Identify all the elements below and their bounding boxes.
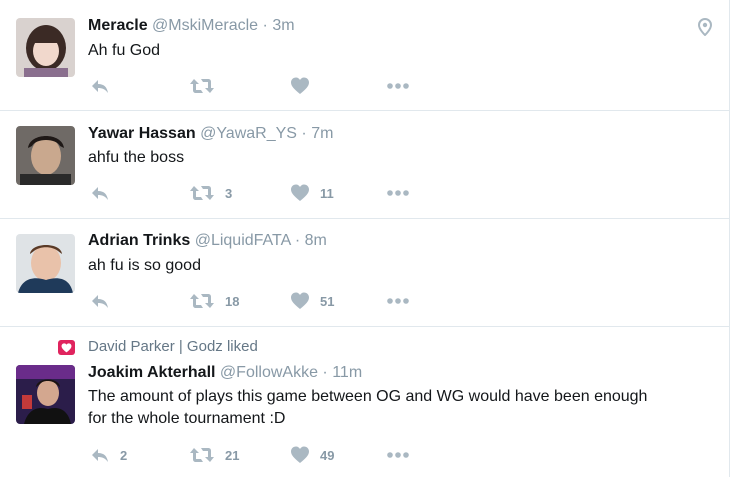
tweet-header: Yawar Hassan @YawaR_YS · 7m — [88, 125, 333, 143]
reply-count: 2 — [120, 447, 128, 463]
username[interactable]: @FollowAkke — [220, 364, 318, 381]
separator: · — [322, 364, 328, 381]
tweet-text: ahfu the boss — [88, 149, 185, 166]
retweet-icon — [189, 291, 215, 311]
more-button[interactable] — [386, 183, 410, 203]
more-icon — [386, 183, 410, 203]
location-pin-icon[interactable] — [697, 17, 713, 41]
username[interactable]: @MskiMeracle — [152, 17, 258, 34]
tweet-item[interactable]: Meracle @MskiMeracle · 3m Ah fu God — [0, 0, 729, 111]
timestamp[interactable]: 11m — [332, 364, 362, 381]
retweet-icon — [189, 445, 215, 465]
like-button[interactable]: 11 — [290, 183, 334, 203]
avatar[interactable] — [16, 126, 75, 185]
retweet-count: 18 — [225, 293, 240, 309]
tweet-item[interactable]: Yawar Hassan @YawaR_YS · 7m ahfu the bos… — [0, 110, 729, 219]
retweet-icon — [189, 183, 215, 203]
reply-icon — [90, 291, 110, 311]
avatar[interactable] — [16, 18, 75, 77]
display-name[interactable]: Adrian Trinks — [88, 232, 190, 249]
like-button[interactable] — [290, 76, 320, 96]
username[interactable]: @YawaR_YS — [200, 125, 297, 142]
reply-button[interactable] — [90, 291, 120, 311]
avatar[interactable] — [16, 365, 75, 424]
tweet-item[interactable]: David Parker | Godz liked Joakim Akterha… — [0, 326, 729, 477]
separator: · — [301, 125, 307, 142]
timestamp[interactable]: 3m — [272, 17, 294, 34]
retweet-button[interactable]: 3 — [189, 183, 232, 203]
reply-icon — [90, 76, 110, 96]
timestamp[interactable]: 8m — [305, 232, 327, 249]
like-icon — [290, 183, 310, 203]
reply-icon — [90, 445, 110, 465]
timestamp[interactable]: 7m — [311, 125, 333, 142]
more-button[interactable] — [386, 291, 410, 311]
like-icon — [290, 291, 310, 311]
tweet-item[interactable]: Adrian Trinks @LiquidFATA · 8m ah fu is … — [0, 218, 729, 327]
like-button[interactable]: 51 — [290, 291, 334, 311]
heart-badge-icon — [58, 340, 75, 355]
tweet-text-line: for the whole tournament :D — [88, 410, 286, 427]
like-button[interactable]: 49 — [290, 445, 334, 465]
more-icon — [386, 445, 410, 465]
tweet-text: Ah fu God — [88, 42, 161, 59]
more-icon — [386, 76, 410, 96]
like-icon — [290, 445, 310, 465]
more-icon — [386, 291, 410, 311]
retweet-count: 21 — [225, 447, 240, 463]
reply-button[interactable] — [90, 76, 120, 96]
retweet-count: 3 — [225, 185, 233, 201]
reply-button[interactable] — [90, 183, 120, 203]
avatar[interactable] — [16, 234, 75, 293]
display-name[interactable]: Meracle — [88, 17, 148, 34]
like-icon — [290, 76, 310, 96]
retweet-button[interactable] — [189, 76, 225, 96]
retweet-button[interactable]: 21 — [189, 445, 239, 465]
liked-context[interactable]: David Parker | Godz liked — [88, 338, 258, 355]
retweet-button[interactable]: 18 — [189, 291, 239, 311]
tweet-timeline: Meracle @MskiMeracle · 3m Ah fu God Yawa… — [0, 0, 730, 477]
retweet-icon — [189, 76, 215, 96]
more-button[interactable] — [386, 445, 410, 465]
tweet-header: Joakim Akterhall @FollowAkke · 11m — [88, 364, 362, 382]
reply-icon — [90, 183, 110, 203]
more-button[interactable] — [386, 76, 410, 96]
reply-button[interactable]: 2 — [90, 445, 127, 465]
like-count: 49 — [320, 447, 335, 463]
tweet-header: Adrian Trinks @LiquidFATA · 8m — [88, 232, 327, 250]
tweet-text-line: The amount of plays this game between OG… — [88, 388, 648, 405]
tweet-header: Meracle @MskiMeracle · 3m — [88, 17, 295, 35]
display-name[interactable]: Joakim Akterhall — [88, 364, 215, 381]
separator: · — [294, 232, 301, 249]
like-count: 11 — [320, 185, 334, 201]
separator: · — [262, 17, 268, 34]
tweet-text: The amount of plays this game between OG… — [88, 386, 718, 430]
display-name[interactable]: Yawar Hassan — [88, 125, 196, 142]
tweet-text: ah fu is so good — [88, 257, 201, 274]
username[interactable]: @LiquidFATA — [195, 232, 291, 249]
like-count: 51 — [320, 293, 335, 309]
